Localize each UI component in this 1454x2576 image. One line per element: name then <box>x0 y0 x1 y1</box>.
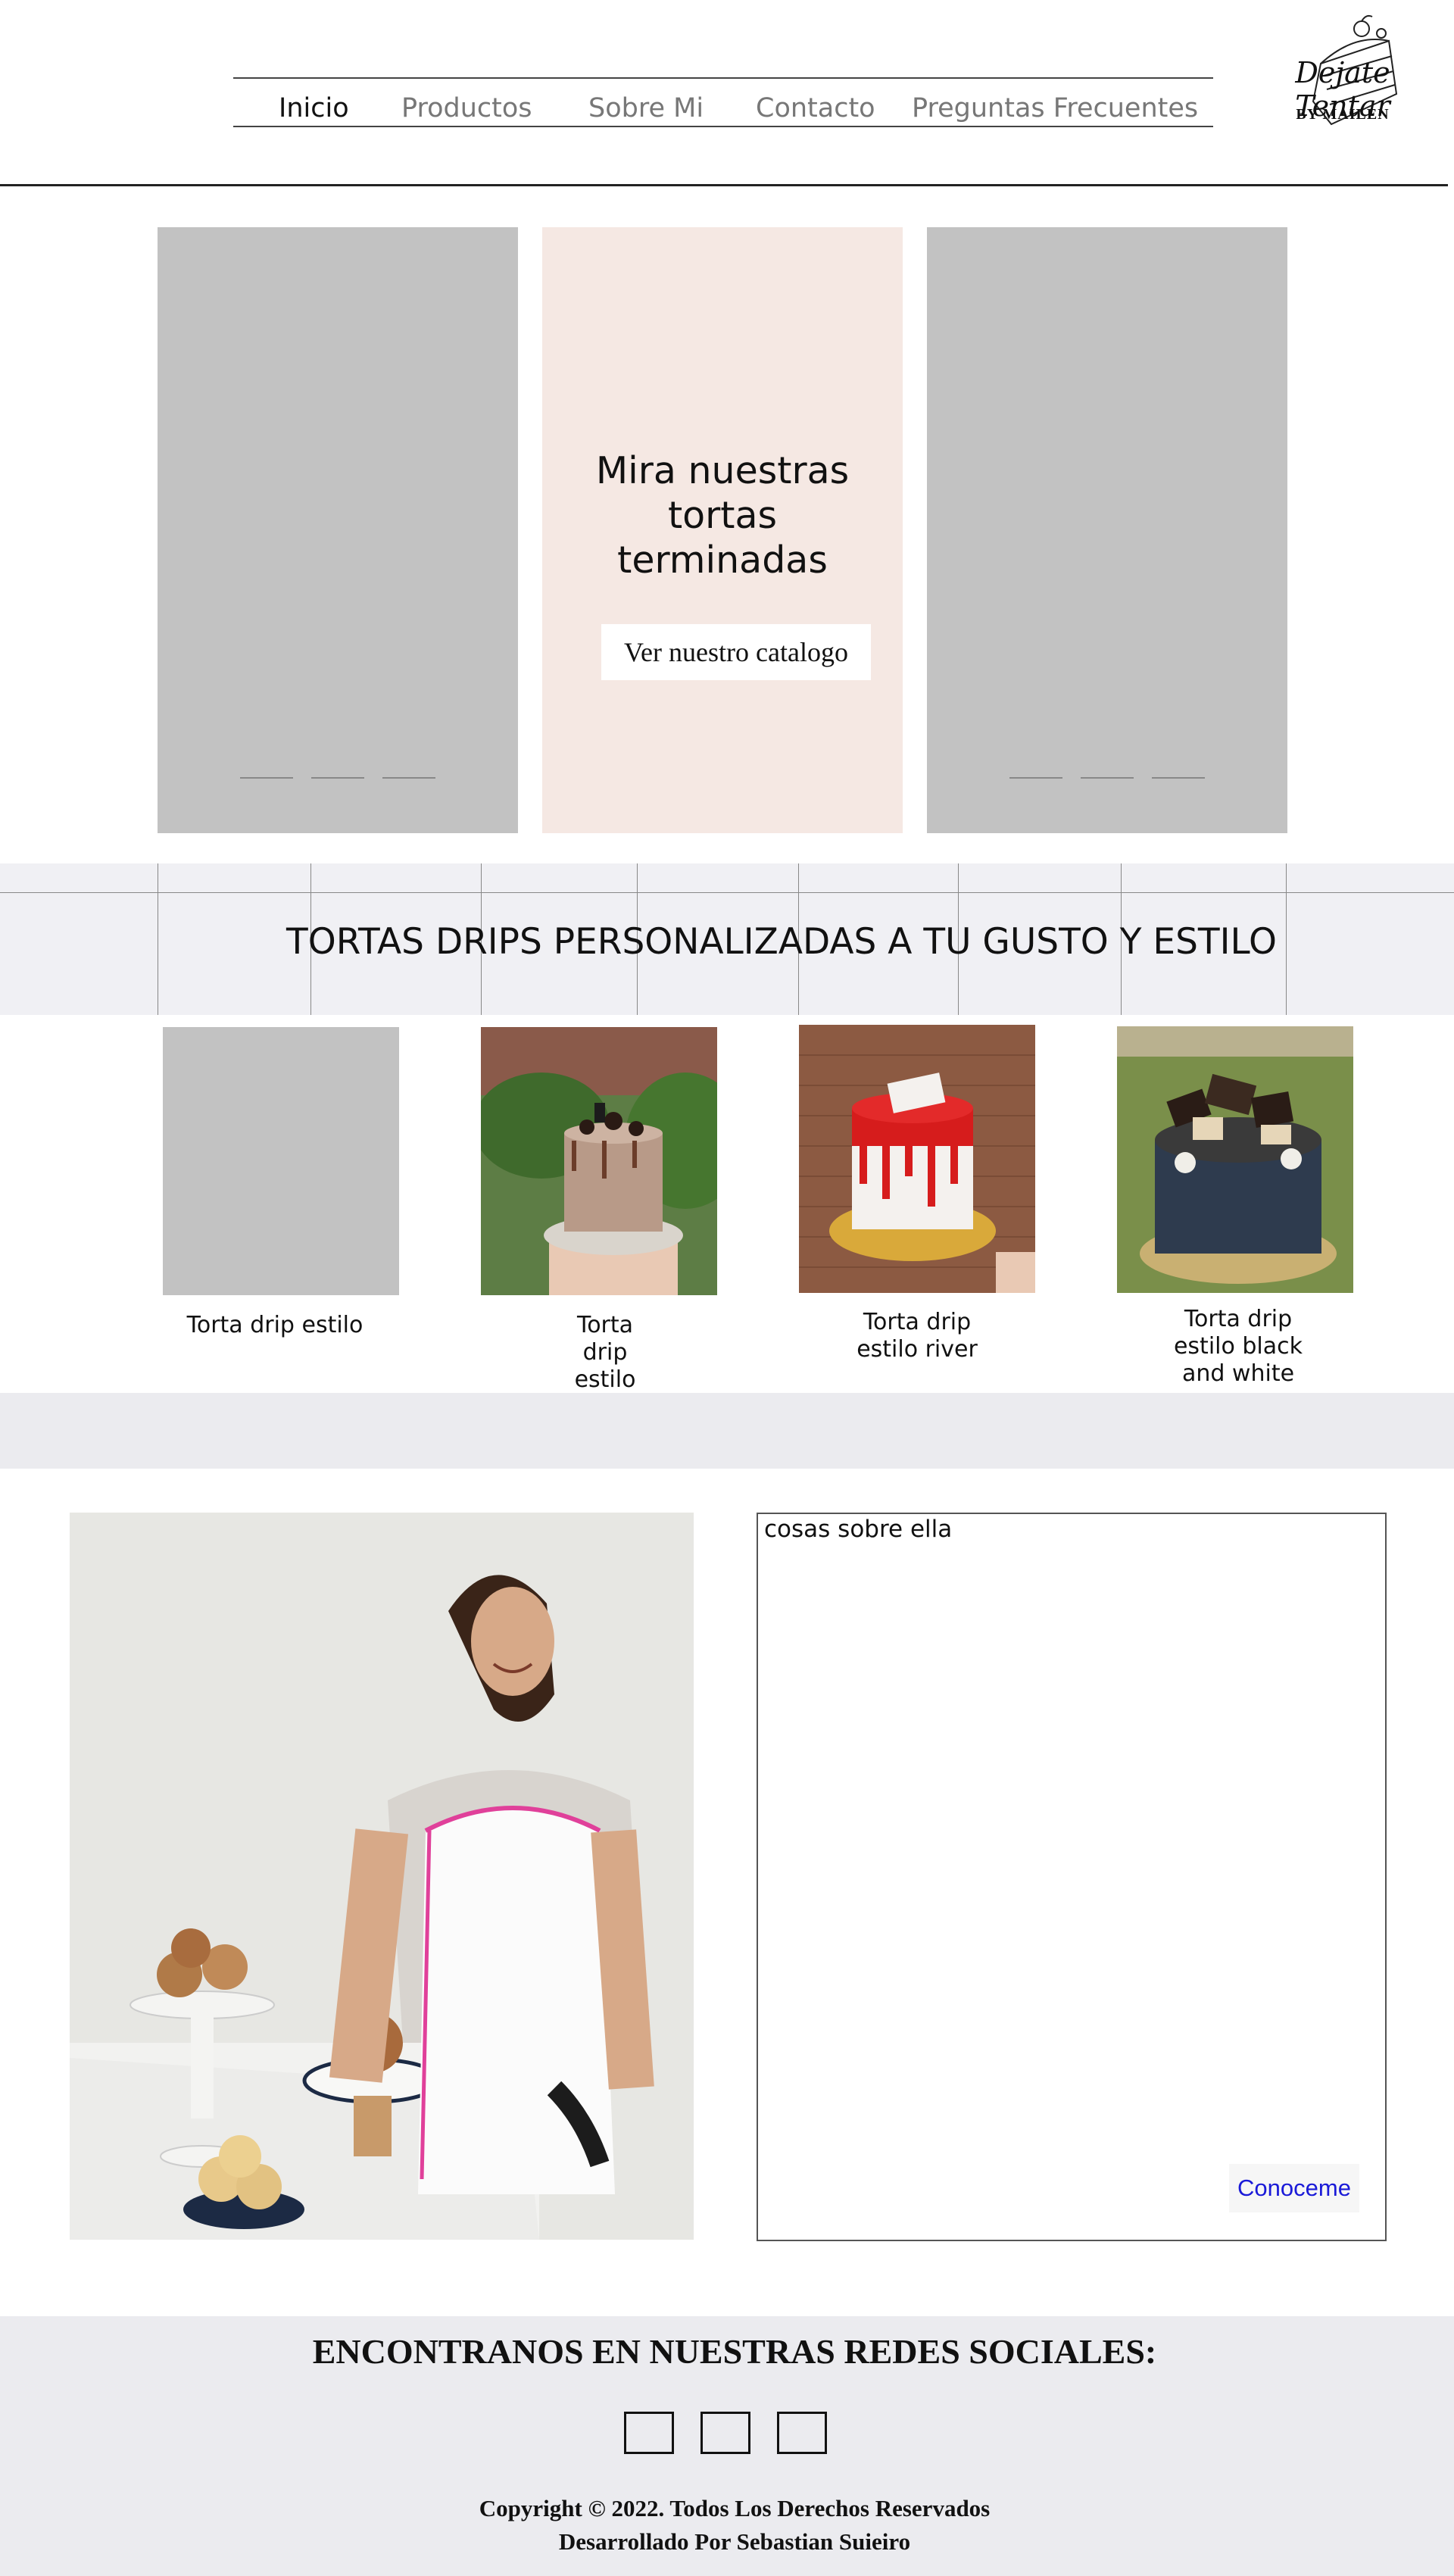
hero-slide-right <box>927 227 1287 833</box>
social-icon-2[interactable] <box>700 2412 750 2454</box>
nav-bottom-rule <box>233 126 1213 127</box>
slider-indicator[interactable] <box>311 777 364 779</box>
nav-item-preguntas-frecuentes[interactable]: Preguntas Frecuentes <box>912 91 1198 126</box>
slider-indicators <box>158 767 518 782</box>
slider-indicator[interactable] <box>1081 777 1134 779</box>
product-label: Torta drip estilo river <box>856 1309 978 1363</box>
about-text: cosas sobre ella <box>764 1516 953 1543</box>
slider-indicator[interactable] <box>1152 777 1205 779</box>
hero-title: Mira nuestras tortas terminadas <box>595 449 850 582</box>
section-divider-strip <box>0 1393 1454 1469</box>
site-footer: ENCONTRANOS EN NUESTRAS REDES SOCIALES: … <box>0 2316 1454 2576</box>
header-divider <box>0 184 1448 186</box>
logo-subtitle: BY MAILEN <box>1296 106 1390 123</box>
footer-title: ENCONTRANOS EN NUESTRAS REDES SOCIALES: <box>312 2332 1157 2371</box>
nav-top-rule <box>233 77 1213 79</box>
nav-item-inicio[interactable]: Inicio <box>279 91 349 126</box>
product-image-placeholder[interactable] <box>163 1027 399 1295</box>
view-catalog-button[interactable]: Ver nuestro catalogo <box>601 624 871 680</box>
social-icon-1[interactable] <box>624 2412 674 2454</box>
product-label: Torta drip estilo black and white <box>1173 1306 1303 1387</box>
hero-slide-left <box>158 227 518 833</box>
grid-line <box>0 892 1454 893</box>
drips-banner: TORTAS DRIPS PERSONALIZADAS A TU GUSTO Y… <box>0 863 1454 1015</box>
nav-item-productos[interactable]: Productos <box>401 91 532 126</box>
about-me-button[interactable]: Conoceme <box>1229 2164 1359 2212</box>
copyright-text: Copyright © 2022. Todos Los Derechos Res… <box>479 2495 991 2521</box>
social-icon-3[interactable] <box>777 2412 827 2454</box>
slider-indicators <box>927 767 1287 782</box>
product-label: Torta drip estilo <box>186 1312 364 1338</box>
hero-center-panel: Mira nuestras tortas terminadas Ver nues… <box>542 227 903 833</box>
baker-photo <box>70 1513 694 2240</box>
slider-indicator[interactable] <box>382 777 435 779</box>
slider-indicator[interactable] <box>240 777 293 779</box>
section-title: TORTAS DRIPS PERSONALIZADAS A TU GUSTO Y… <box>286 921 1277 963</box>
product-image-chocolate-cake[interactable] <box>481 1027 717 1295</box>
nav-item-contacto[interactable]: Contacto <box>756 91 875 126</box>
slider-indicator[interactable] <box>1009 777 1062 779</box>
product-image-black-white-cake[interactable] <box>1117 1026 1353 1293</box>
product-image-red-cake[interactable] <box>799 1025 1035 1293</box>
developer-credit: Desarrollado Por Sebastian Suieiro <box>558 2528 911 2555</box>
nav-item-sobre-mi[interactable]: Sobre Mi <box>588 91 704 126</box>
about-text-box: cosas sobre ella Conoceme <box>757 1513 1387 2241</box>
brand-logo[interactable]: Dejate Tentar BY MAILEN <box>1248 11 1437 132</box>
